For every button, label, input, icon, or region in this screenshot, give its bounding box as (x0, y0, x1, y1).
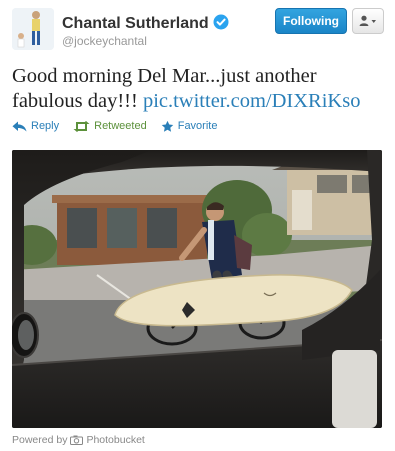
reply-label: Reply (31, 120, 60, 132)
camera-icon (70, 435, 84, 445)
reply-icon (12, 121, 27, 131)
user-menu-button[interactable] (352, 8, 384, 34)
avatar[interactable] (12, 8, 54, 50)
tweet-text: Good morning Del Mar...just another fabu… (12, 64, 384, 114)
tweet-photo-link[interactable]: pic.twitter.com/DIXRiKso (143, 90, 361, 112)
user-handle[interactable]: @jockeychantal (62, 34, 147, 48)
tweet-actions: Reply Retweeted Favorite (12, 118, 231, 134)
powered-by-label: Powered by (12, 434, 68, 446)
verified-badge-icon (213, 14, 229, 30)
following-button[interactable]: Following (275, 8, 347, 34)
avatar-icon (12, 8, 54, 50)
favorite-button[interactable]: Favorite (161, 120, 218, 133)
photo-credit: Powered by Photobucket (12, 434, 145, 446)
user-dropdown-icon (359, 15, 376, 26)
favorite-label: Favorite (177, 120, 218, 132)
photobucket-link[interactable]: Photobucket (86, 434, 144, 446)
retweet-icon (73, 120, 90, 132)
display-name[interactable]: Chantal Sutherland (62, 14, 229, 33)
tweet-header: Chantal Sutherland @jockeychantal Follow… (12, 8, 384, 52)
retweeted-label: Retweeted (94, 120, 147, 132)
retweet-button[interactable]: Retweeted (73, 120, 147, 132)
tweet-photo-image (12, 150, 382, 428)
reply-button[interactable]: Reply (12, 120, 59, 132)
star-icon (161, 120, 173, 132)
tweet-photo[interactable] (12, 150, 382, 428)
